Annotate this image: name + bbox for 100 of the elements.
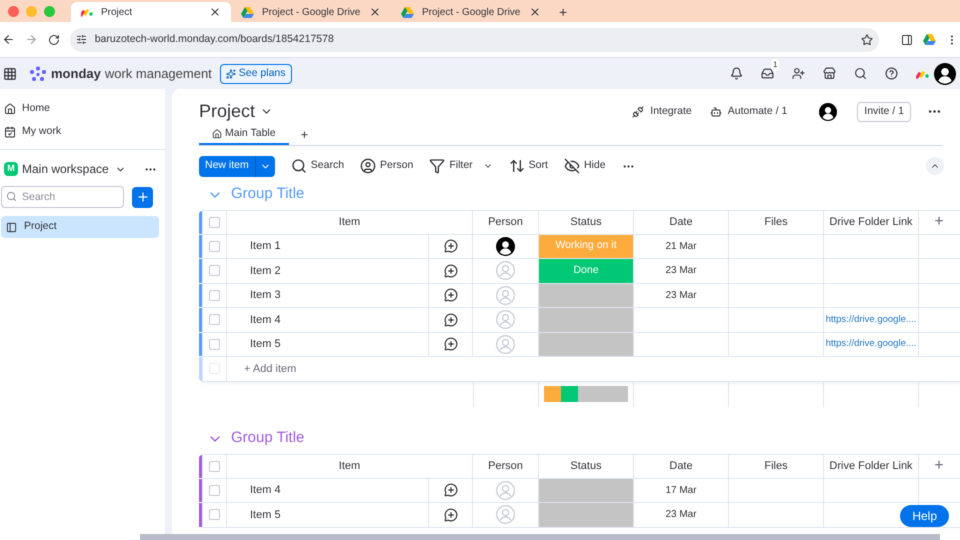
checkbox[interactable] — [209, 484, 220, 496]
date-text[interactable]: 17 Mar — [665, 482, 697, 498]
sidebar-nav-item[interactable]: Home — [0, 97, 165, 120]
toolbar-button[interactable]: Person — [360, 158, 414, 174]
browser-tab[interactable]: Project - Google Drive — [231, 2, 391, 22]
browser-tab[interactable]: Project — [71, 2, 231, 22]
add-update-icon[interactable] — [444, 288, 458, 302]
date-text[interactable]: 23 Mar — [665, 263, 697, 278]
date-text[interactable]: 23 Mar — [665, 507, 697, 522]
workspace-name[interactable]: Main workspace — [22, 160, 109, 178]
add-update-icon[interactable] — [444, 483, 458, 498]
add-column-button[interactable]: + — [934, 210, 944, 234]
board-title[interactable]: Project — [199, 98, 256, 125]
automate-button[interactable]: Automate / 1 — [728, 104, 788, 120]
status-cell[interactable] — [539, 503, 634, 526]
checkbox[interactable] — [209, 314, 220, 326]
column-header: Files — [729, 210, 824, 234]
notifications-icon[interactable] — [730, 67, 743, 80]
add-button[interactable] — [132, 186, 153, 208]
status-cell[interactable] — [539, 478, 634, 502]
address-bar[interactable]: baruzotech-world.monday.com/boards/1854217578 — [70, 28, 880, 52]
drive-link[interactable]: https://drive.google.... — [826, 312, 916, 327]
item-name[interactable]: Item 5 — [250, 506, 281, 523]
item-name[interactable]: Item 2 — [250, 262, 281, 279]
inbox-icon[interactable] — [761, 67, 774, 80]
browser-tab[interactable]: Project - Google Drive — [391, 2, 551, 22]
item-name[interactable]: Item 1 — [250, 238, 281, 254]
toolbar-button[interactable]: Sort — [508, 158, 548, 174]
monday-logo-icon — [81, 7, 93, 17]
view-tab[interactable]: Main Table — [199, 125, 289, 144]
toolbar-button[interactable]: Filter — [429, 158, 493, 174]
drive-link[interactable]: https://drive.google.... — [826, 337, 916, 352]
item-name[interactable]: Item 4 — [250, 312, 281, 328]
close-tab-icon[interactable] — [209, 6, 221, 18]
add-update-icon[interactable] — [444, 312, 458, 327]
add-update-icon[interactable] — [444, 239, 458, 254]
add-column-button[interactable]: + — [934, 454, 944, 478]
status-cell[interactable] — [539, 308, 634, 332]
group-title[interactable]: Group Title — [231, 427, 304, 450]
checkbox[interactable] — [209, 460, 220, 472]
avatar-icon[interactable] — [496, 236, 515, 256]
sidebar-board-item[interactable]: Project — [1, 216, 159, 238]
add-update-icon[interactable] — [444, 337, 458, 352]
integrate-button[interactable]: Integrate — [650, 104, 692, 120]
plus-icon — [136, 190, 150, 204]
brand-name: monday — [51, 64, 101, 83]
home-icon — [4, 102, 16, 114]
board-icon — [6, 222, 17, 232]
monday-logo-icon — [29, 66, 47, 82]
checkbox[interactable] — [209, 509, 220, 520]
search-icon — [6, 191, 17, 202]
item-name[interactable]: Item 4 — [250, 482, 281, 498]
add-item-button[interactable]: + Add item — [244, 360, 296, 377]
close-tab-icon[interactable] — [529, 6, 541, 18]
new-tab-button[interactable]: + — [551, 2, 576, 22]
apps-grid-icon[interactable] — [3, 66, 17, 80]
reload-icon[interactable] — [48, 34, 60, 46]
checkbox[interactable] — [209, 216, 220, 228]
column-header: Person — [473, 454, 539, 478]
item-name[interactable]: Item 5 — [250, 336, 281, 352]
eye-off-icon — [564, 158, 580, 174]
search-field[interactable]: Search — [1, 186, 124, 208]
checkbox[interactable] — [209, 240, 220, 252]
forward-icon[interactable] — [24, 33, 38, 46]
drive-logo-icon — [401, 6, 414, 18]
date-text[interactable]: 23 Mar — [665, 288, 697, 303]
side-panel-icon[interactable] — [901, 34, 914, 46]
checkbox[interactable] — [209, 265, 220, 276]
see-plans-button[interactable]: See plans — [220, 64, 292, 84]
search-icon[interactable] — [854, 67, 867, 80]
toolbar-button[interactable]: Search — [290, 158, 344, 174]
status-cell[interactable] — [539, 284, 634, 307]
invite-button[interactable]: Invite / 1 — [857, 102, 911, 122]
date-text[interactable]: 21 Mar — [665, 238, 697, 254]
robot-icon — [710, 106, 722, 118]
add-view-button[interactable]: + — [300, 125, 308, 144]
help-button[interactable]: Help — [900, 505, 949, 527]
column-header: Person — [473, 210, 539, 234]
bookmark-icon[interactable] — [861, 34, 874, 46]
store-icon[interactable] — [823, 67, 836, 80]
add-update-icon[interactable] — [444, 264, 458, 278]
product-name: work management — [104, 64, 212, 83]
column-header: Status — [539, 454, 634, 478]
invite-icon[interactable] — [792, 67, 805, 80]
filter-icon — [429, 158, 446, 174]
item-name[interactable]: Item 3 — [250, 287, 281, 304]
checkbox[interactable] — [209, 290, 220, 301]
checkbox[interactable] — [209, 338, 220, 350]
site-settings-icon[interactable] — [76, 34, 87, 45]
avatar-icon[interactable] — [819, 102, 838, 120]
status-cell[interactable] — [539, 332, 634, 356]
help-icon[interactable] — [885, 67, 898, 80]
sidebar-nav-item[interactable]: My work — [0, 120, 165, 143]
close-tab-icon[interactable] — [369, 6, 381, 18]
column-header: Item — [227, 210, 473, 234]
add-update-icon[interactable] — [444, 508, 458, 522]
new-item-button[interactable]: New item — [199, 156, 275, 176]
avatar-icon[interactable] — [934, 62, 956, 84]
back-icon[interactable] — [2, 33, 15, 46]
toolbar-button[interactable]: Hide — [564, 158, 606, 174]
